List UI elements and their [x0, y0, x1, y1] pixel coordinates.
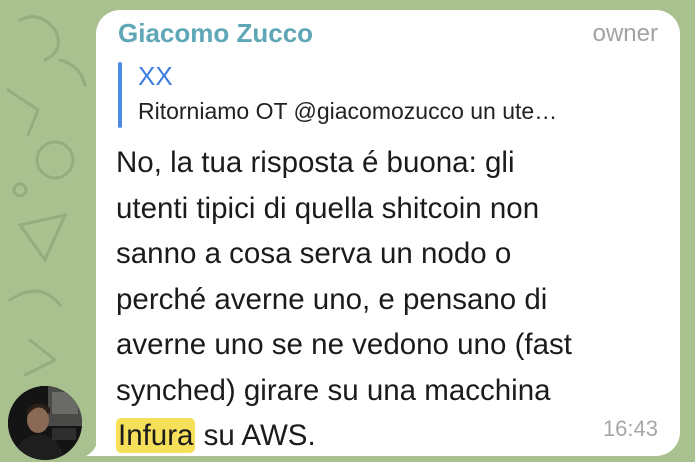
highlighted-word: Infura — [116, 418, 196, 453]
role-badge: owner — [592, 20, 658, 47]
reply-preview: Ritorniamo OT @giacomozucco un ute… — [138, 98, 558, 124]
message-bubble[interactable]: Giacomo Zucco owner XX Ritorniamo OT @gi… — [96, 10, 680, 456]
reply-quote[interactable]: XX Ritorniamo OT @giacomozucco un ute… — [118, 61, 658, 128]
reply-author: XX — [138, 61, 173, 91]
reply-accent-bar — [118, 62, 122, 128]
message-line: perché averne uno, e pensano di — [116, 282, 548, 316]
message-line: utenti tipici di quella shitcoin non — [116, 191, 540, 225]
message-last-line: Infura su AWS. — [116, 413, 664, 459]
message-text: No, la tua risposta é buona: gli utenti … — [116, 140, 664, 459]
sender-name[interactable]: Giacomo Zucco — [118, 18, 313, 49]
message-line: synched) girare su una macchina — [116, 373, 551, 407]
sender-avatar[interactable] — [8, 386, 82, 460]
message-line: No, la tua risposta é buona: gli — [116, 146, 515, 179]
message-line: sanno a cosa serva un nodo o — [116, 237, 512, 270]
message-timestamp: 16:43 — [602, 416, 658, 441]
message-line-rest: su AWS. — [195, 419, 316, 452]
message-line: averne uno se ne vedono uno (fast — [116, 328, 572, 361]
